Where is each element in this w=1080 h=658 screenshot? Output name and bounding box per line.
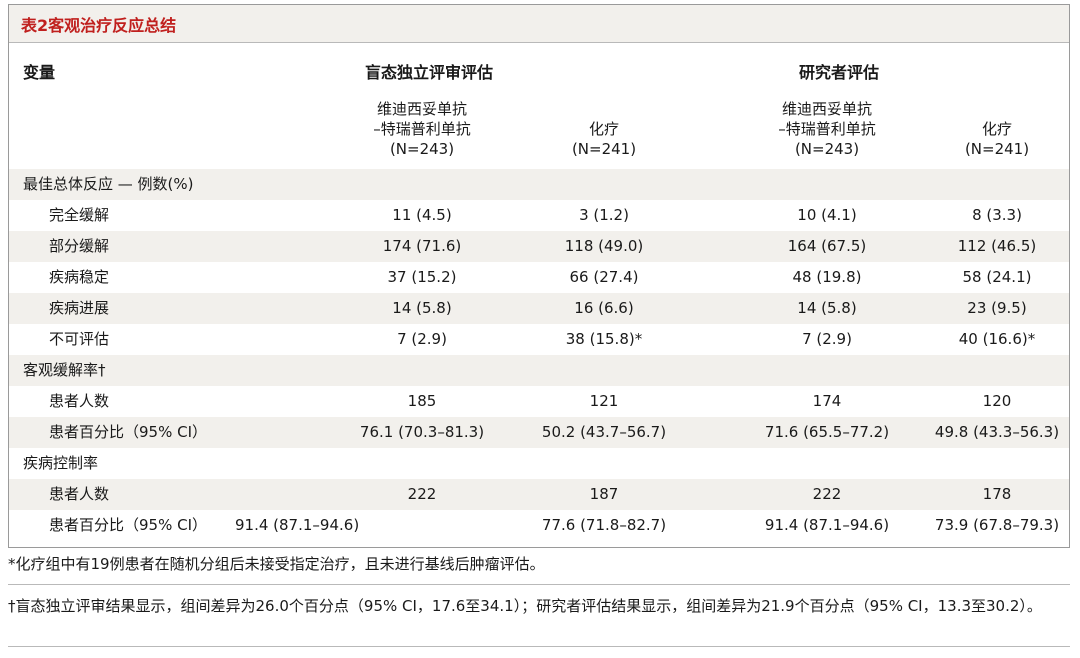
- table-cell: 178: [982, 485, 1012, 503]
- row-label: 患者人数: [49, 485, 110, 503]
- row-label: 患者百分比（95% CI）: [49, 423, 208, 441]
- table-cell: 222: [407, 485, 437, 503]
- table-header: 变量 盲态独立评审评估 研究者评估 维迪西妥单抗 –特瑞普利单抗 (N=243)…: [9, 43, 1069, 169]
- column-header-2: 化疗 (N=241): [571, 120, 637, 158]
- table-cell: 174 (71.6): [382, 237, 462, 255]
- table-cell: 73.9 (67.8–79.3): [934, 516, 1060, 534]
- table-cell: 40 (16.6)*: [958, 330, 1036, 348]
- table-row: 疾病控制率: [9, 448, 1069, 479]
- table-cell: 7 (2.9): [397, 330, 447, 348]
- table-cell: 112 (46.5): [957, 237, 1037, 255]
- row-label: 患者百分比（95% CI）: [49, 516, 208, 534]
- bottom-divider: [8, 646, 1070, 647]
- table-cell: 49.8 (43.3–56.3): [934, 423, 1060, 441]
- table-cell: 121: [589, 392, 619, 410]
- table-row: 患者人数 185 121 174 120: [9, 386, 1069, 417]
- table-row: 完全缓解 11 (4.5) 3 (1.2) 10 (4.1) 8 (3.3): [9, 200, 1069, 231]
- table-cell: 7 (2.9): [802, 330, 852, 348]
- table-cell: 76.1 (70.3–81.3): [359, 423, 485, 441]
- table-cell: 23 (9.5): [967, 299, 1027, 317]
- column-header-3: 维迪西妥单抗 –特瑞普利单抗 (N=243): [778, 100, 876, 158]
- table-row: 患者百分比（95% CI） 76.1 (70.3–81.3) 50.2 (43.7–…: [9, 417, 1069, 448]
- group-header-birc: 盲态独立评审评估: [364, 63, 493, 82]
- row-label: 不可评估: [49, 330, 110, 348]
- table-cell: 66 (27.4): [569, 268, 639, 286]
- row-label: 疾病进展: [49, 299, 110, 317]
- variable-header: 变量: [23, 63, 56, 82]
- table-body: 最佳总体反应 — 例数(%) 完全缓解 11 (4.5) 3 (1.2) 10 (4.1…: [9, 169, 1069, 541]
- table-cell: 3 (1.2): [579, 206, 629, 224]
- table-cell: 187: [589, 485, 619, 503]
- table-cell: 91.4 (87.1–94.6): [235, 516, 360, 534]
- row-label: 患者人数: [49, 392, 110, 410]
- table-cell: 120: [982, 392, 1012, 410]
- table-cell: 174: [812, 392, 842, 410]
- table-cell: 37 (15.2): [387, 268, 457, 286]
- row-label: 部分缓解: [49, 237, 110, 255]
- row-label: 疾病稳定: [49, 268, 110, 286]
- footnote-dagger: †盲态独立评审结果显示，组间差异为26.0个百分点（95% CI，17.6至34…: [8, 597, 1042, 615]
- row-label: 疾病控制率: [23, 454, 99, 472]
- table-cell: 58 (24.1): [962, 268, 1032, 286]
- table-row: 部分缓解 174 (71.6) 118 (49.0) 164 (67.5) 112 (4…: [9, 231, 1069, 262]
- table-row: 不可评估 7 (2.9) 38 (15.8)* 7 (2.9) 40 (16.6)*: [9, 324, 1069, 355]
- table-row: 最佳总体反应 — 例数(%): [9, 169, 1069, 200]
- row-label: 最佳总体反应 — 例数(%): [23, 175, 194, 193]
- table-cell: 77.6 (71.8–82.7): [541, 516, 667, 534]
- table-cell: 11 (4.5): [392, 206, 452, 224]
- table-cell: 16 (6.6): [574, 299, 634, 317]
- table-cell: 118 (49.0): [564, 237, 644, 255]
- results-table: 表2客观治疗反应总结 变量 盲态独立评审评估 研究者评估 维迪西妥单抗 –特瑞普…: [8, 4, 1070, 548]
- table-cell: 14 (5.8): [392, 299, 452, 317]
- table-row: 疾病稳定 37 (15.2) 66 (27.4) 48 (19.8) 58 (24.1): [9, 262, 1069, 293]
- table-cell: 14 (5.8): [797, 299, 857, 317]
- table-title: 表2客观治疗反应总结: [21, 15, 177, 35]
- table-cell: 185: [407, 392, 437, 410]
- table-title-bar: 表2客观治疗反应总结: [9, 5, 1069, 43]
- table-row: 客观缓解率†: [9, 355, 1069, 386]
- group-header-investigator: 研究者评估: [798, 63, 879, 82]
- table-cell: 48 (19.8): [792, 268, 862, 286]
- row-label: 完全缓解: [49, 206, 110, 224]
- table-row: 患者百分比（95% CI） 91.4 (87.1–94.6) 77.6 (71.8–…: [9, 510, 1069, 541]
- table-cell: 8 (3.3): [972, 206, 1022, 224]
- table-cell: 222: [812, 485, 842, 503]
- footnote-star: *化疗组中有19例患者在随机分组后未接受指定治疗，且未进行基线后肿瘤评估。: [8, 555, 545, 573]
- table-row: 疾病进展 14 (5.8) 16 (6.6) 14 (5.8) 23 (9.5): [9, 293, 1069, 324]
- table-cell: 10 (4.1): [797, 206, 857, 224]
- row-label: 客观缓解率†: [23, 361, 106, 379]
- footnote-divider: [8, 584, 1070, 585]
- table-cell: 91.4 (87.1–94.6): [764, 516, 890, 534]
- table-cell: 164 (67.5): [787, 237, 867, 255]
- table-row: 患者人数 222 187 222 178: [9, 479, 1069, 510]
- table-cell: 38 (15.8)*: [565, 330, 643, 348]
- column-header-4: 化疗 (N=241): [964, 120, 1030, 158]
- column-header-1: 维迪西妥单抗 –特瑞普利单抗 (N=243): [373, 100, 471, 158]
- table-cell: 50.2 (43.7–56.7): [541, 423, 667, 441]
- table-cell: 71.6 (65.5–77.2): [764, 423, 890, 441]
